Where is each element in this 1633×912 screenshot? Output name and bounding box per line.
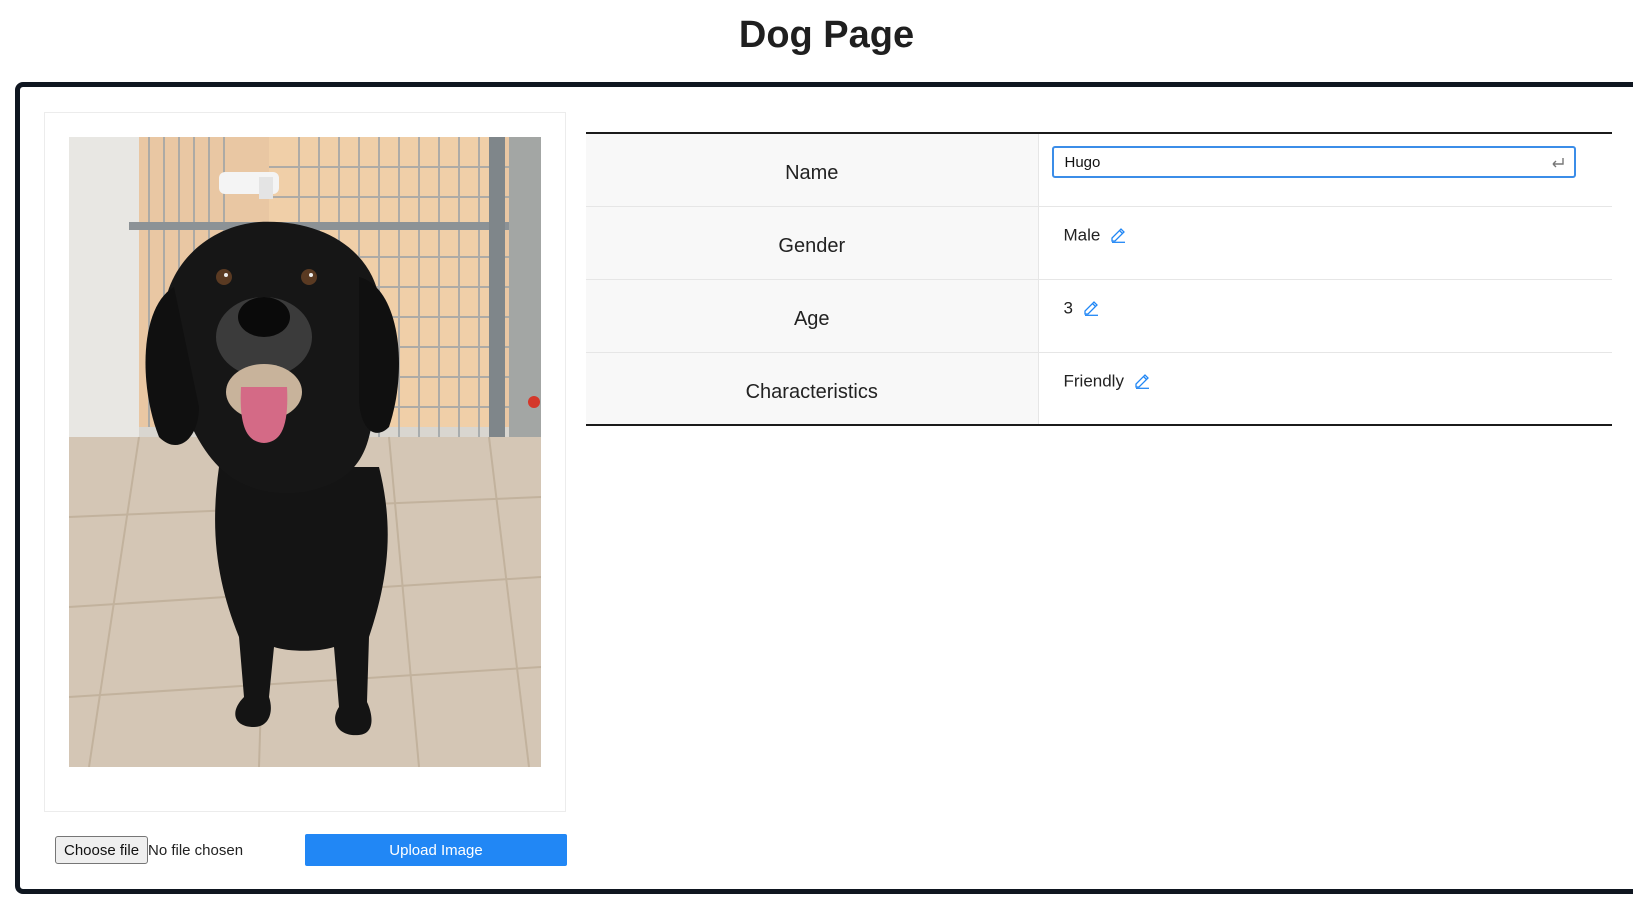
choose-file-button[interactable]: Choose file (55, 836, 149, 864)
table-row-age: Age 3 (586, 279, 1612, 353)
row-label-characteristics: Characteristics (586, 352, 1039, 425)
row-label-age: Age (586, 279, 1039, 353)
page-title: Dog Page (738, 14, 915, 56)
table-row-characteristics: Characteristics Friendly (586, 352, 1612, 425)
name-input-wrapper (1051, 146, 1576, 178)
age-value: 3 (1063, 298, 1073, 318)
name-input[interactable] (1051, 146, 1576, 178)
row-label-gender: Gender (586, 206, 1039, 280)
row-value-characteristics: Friendly (1038, 352, 1612, 425)
edit-icon[interactable] (1083, 300, 1099, 316)
upload-image-button[interactable]: Upload Image (305, 834, 567, 866)
row-value-gender: Male (1038, 206, 1612, 280)
row-value-name (1038, 133, 1612, 207)
edit-icon[interactable] (1110, 227, 1126, 243)
dog-image-card (44, 112, 566, 812)
no-file-chosen-text: No file chosen (148, 842, 244, 859)
edit-icon[interactable] (1134, 373, 1150, 389)
characteristics-value: Friendly (1063, 371, 1124, 391)
dog-details-table: Name Gender Male Age 3 (586, 132, 1612, 426)
dog-photo (69, 137, 541, 767)
row-value-age: 3 (1038, 279, 1612, 353)
table-row-name: Name (586, 133, 1612, 207)
upload-controls: Choose file No file chosen Upload Image (55, 834, 567, 866)
row-label-name: Name (586, 133, 1039, 207)
gender-value: Male (1063, 225, 1101, 245)
table-row-gender: Gender Male (586, 206, 1612, 280)
enter-icon[interactable] (1550, 154, 1566, 170)
